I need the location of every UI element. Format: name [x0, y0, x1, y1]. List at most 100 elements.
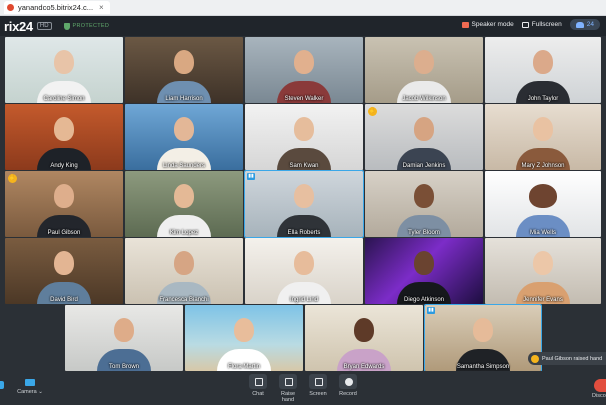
video-tile-active-speaker[interactable]: ▮▮ Samantha Simpson: [424, 304, 542, 372]
participant-face: [414, 251, 434, 275]
microphone-icon[interactable]: [0, 381, 4, 389]
raised-hand-icon: ✋: [368, 107, 377, 116]
fullscreen-button[interactable]: Fullscreen: [521, 21, 562, 28]
participant-face: [354, 318, 374, 342]
video-tile[interactable]: Francesca Bianchi: [125, 238, 243, 304]
hand-icon: [279, 374, 297, 389]
record-icon: [339, 374, 357, 389]
chat-label: Chat: [252, 391, 264, 397]
participant-face: [114, 318, 134, 342]
video-tile[interactable]: Sam Kwan: [245, 104, 363, 170]
speaking-indicator-icon: ▮▮: [247, 173, 255, 180]
speaking-indicator-icon: ▮▮: [427, 307, 435, 314]
camera-button[interactable]: Camera ⌄: [16, 379, 44, 395]
participant-name: Liam Harrison: [165, 96, 203, 102]
raise-hand-label: Raise hand: [280, 391, 296, 403]
participant-name: David Bird: [50, 297, 78, 303]
participant-name: Tom Brown: [108, 364, 139, 370]
notification-text: Paul Gibson raised hand: [542, 355, 603, 362]
participant-name: Diego Atkinson: [403, 297, 445, 303]
raise-hand-button[interactable]: Raise hand: [276, 374, 300, 403]
participant-face: [174, 184, 194, 208]
participant-face: [54, 251, 74, 275]
participant-face: [174, 251, 194, 275]
participant-name: Andy King: [50, 163, 78, 169]
video-tile[interactable]: Liam Harrison: [125, 37, 243, 103]
close-icon[interactable]: ×: [99, 3, 104, 12]
participant-face: [294, 50, 314, 74]
participant-name: Jacob Wilkinson: [402, 96, 446, 102]
participant-face: [533, 117, 553, 141]
call-header: rix24 HD PROTECTED Speaker mode Fullscre…: [0, 16, 606, 36]
chevron-down-icon[interactable]: ⌄: [38, 389, 43, 395]
video-tile[interactable]: Steven Walker: [245, 37, 363, 103]
protected-indicator: PROTECTED: [63, 22, 110, 30]
participant-name: Linda Saunders: [162, 163, 206, 169]
video-tile[interactable]: Flora Martin: [185, 305, 303, 371]
participant-count: 24: [586, 21, 594, 28]
video-tile[interactable]: Tyler Bloom: [365, 171, 483, 237]
participant-face: [294, 251, 314, 275]
participant-name: Flora Martin: [227, 364, 260, 370]
fullscreen-label: Fullscreen: [531, 21, 562, 28]
participant-face: [533, 251, 553, 275]
video-tile-active-speaker[interactable]: ▮▮ Ella Roberts: [244, 170, 364, 238]
participant-face: [529, 184, 557, 208]
video-tile[interactable]: Diego Atkinson: [365, 238, 483, 304]
screen-share-button[interactable]: Screen: [306, 374, 330, 397]
record-button[interactable]: Record: [336, 374, 360, 397]
video-tile[interactable]: Tom Brown: [65, 305, 183, 371]
camera-icon: [25, 379, 35, 386]
video-tile[interactable]: Jennifer Evans: [485, 238, 601, 304]
participant-name: Mary Z Johnson: [521, 163, 565, 169]
participant-name: Bryan Edwards: [343, 364, 385, 370]
tab-title: yanandco5.bitrix24.c...: [18, 3, 94, 12]
participant-name: Kim Lopez: [169, 230, 199, 236]
hd-badge: HD: [36, 22, 52, 30]
raised-hand-notification: Paul Gibson raised hand: [528, 352, 606, 365]
chat-button[interactable]: Chat: [246, 374, 270, 397]
video-tile[interactable]: John Taylor: [485, 37, 601, 103]
participants-button[interactable]: 24: [569, 19, 600, 30]
record-label: Record: [339, 391, 357, 397]
video-tile[interactable]: Andy King: [5, 104, 123, 170]
participant-name: Steven Walker: [284, 96, 324, 102]
fullscreen-icon: [521, 21, 529, 28]
participant-name: Samantha Simpson: [456, 364, 510, 370]
participant-name: Ingrid Lind: [289, 297, 319, 303]
participant-face: [414, 184, 434, 208]
video-tile[interactable]: Jacob Wilkinson: [365, 37, 483, 103]
speaker-mode-button[interactable]: Speaker mode: [461, 21, 514, 28]
screen-label: Screen: [309, 391, 327, 397]
participant-face: [294, 117, 314, 141]
camera-label: Camera: [17, 389, 37, 395]
participant-name: Francesca Bianchi: [159, 297, 209, 303]
bitrix-favicon-icon: [7, 4, 14, 11]
participant-name: Jennifer Evans: [523, 297, 563, 303]
video-tile[interactable]: Bryan Edwards: [305, 305, 423, 371]
video-tile[interactable]: Caroline Simon: [5, 37, 123, 103]
participant-name: Paul Gibson: [47, 230, 81, 236]
video-tile[interactable]: Linda Saunders: [125, 104, 243, 170]
disconnect-label[interactable]: Disco: [592, 393, 606, 399]
video-tile[interactable]: ✋ Damian Jenkins: [365, 104, 483, 170]
participant-name: Mia Wells: [530, 230, 556, 236]
video-tile[interactable]: Kim Lopez: [125, 171, 243, 237]
video-tile[interactable]: David Bird: [5, 238, 123, 304]
participant-face: [294, 184, 314, 208]
screen-share-icon: [309, 374, 327, 389]
participant-name: Sam Kwan: [289, 163, 319, 169]
users-icon: [575, 21, 584, 28]
logo: rix24: [4, 18, 33, 34]
participant-face: [414, 117, 434, 141]
video-tile[interactable]: Ingrid Lind: [245, 238, 363, 304]
browser-tab[interactable]: yanandco5.bitrix24.c... ×: [4, 1, 110, 14]
hangup-icon[interactable]: [594, 379, 606, 392]
video-tile[interactable]: Mia Wells: [485, 171, 601, 237]
participant-name: John Taylor: [527, 96, 559, 102]
video-tile[interactable]: Mary Z Johnson: [485, 104, 601, 170]
video-tile[interactable]: ✋ Paul Gibson: [5, 171, 123, 237]
participant-name: Tyler Bloom: [408, 230, 440, 236]
participant-face: [174, 117, 194, 141]
participant-face: [54, 117, 74, 141]
